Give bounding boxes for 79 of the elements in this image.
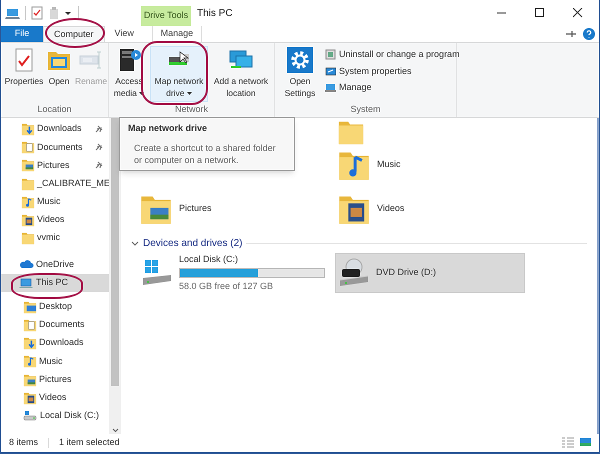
computer-icon (5, 6, 20, 20)
dvd-drive-icon (338, 258, 370, 288)
tooltip-title: Map network drive (128, 122, 208, 135)
videos-folder-icon (23, 390, 37, 405)
properties-icon (31, 6, 43, 20)
sidebar-item[interactable]: Pictures (1, 370, 109, 389)
dropdown-icon (139, 92, 144, 96)
computer-icon (19, 276, 34, 290)
ribbon-button[interactable]: Uninstall or change a program (325, 48, 460, 62)
pictures-folder-icon (21, 158, 35, 172)
ribbon-tab[interactable]: Manage (152, 26, 202, 42)
sidebar-item[interactable]: Downloads (1, 334, 109, 352)
sidebar-item[interactable]: Desktop (1, 298, 109, 316)
sidebar-item[interactable]: Documents (1, 316, 109, 334)
dropdown-icon (186, 92, 192, 96)
settings-icon (287, 47, 313, 73)
computer-icon (325, 82, 336, 94)
music-folder-icon (23, 354, 37, 368)
download-folder-icon (21, 122, 35, 136)
group-label: Location (36, 103, 73, 116)
folder-icon (21, 231, 35, 246)
folder-item[interactable]: Music (337, 143, 587, 187)
sidebar-item[interactable]: Videos (1, 388, 109, 407)
sidebar-item[interactable]: Videos (1, 210, 109, 230)
sidebar-item[interactable]: vvmic (1, 229, 109, 248)
pictures-folder-icon (23, 372, 37, 387)
download-folder-icon (23, 336, 37, 350)
folder-item[interactable]: Videos (337, 187, 587, 231)
status-text: 8 items (9, 436, 38, 450)
ribbon-button[interactable]: Map network drive (150, 46, 208, 102)
ribbon-button[interactable]: Open (45, 46, 73, 102)
sidebar-item[interactable]: This PC (1, 274, 109, 292)
thumbnail-view-icon (580, 436, 591, 448)
close-icon (573, 8, 583, 18)
ribbon-button[interactable]: Manage (325, 81, 460, 94)
ribbon-button[interactable]: Add a network location (212, 46, 270, 102)
system-icon (325, 66, 336, 77)
chevron-icon (131, 240, 139, 246)
sidebar-item[interactable]: Music (1, 192, 109, 211)
maximize-icon (535, 8, 545, 18)
sidebar-item[interactable]: Pictures (1, 156, 109, 175)
hard-drive-icon (141, 258, 173, 288)
window-title: This PC (197, 6, 233, 20)
videos-folder-icon (21, 213, 35, 228)
sidebar-item[interactable]: OneDrive (1, 255, 109, 274)
ribbon-tab[interactable]: View (104, 26, 144, 42)
folder-item[interactable]: Pictures (139, 187, 337, 231)
details-view-icon (562, 436, 574, 448)
dropdown-icon (64, 10, 72, 16)
ribbon-tab[interactable]: Computer (43, 26, 105, 42)
group-label: System (349, 103, 382, 116)
scroll-down-icon[interactable] (112, 428, 118, 433)
documents-folder-icon (21, 140, 35, 154)
ribbon-button[interactable]: Properties (4, 46, 44, 102)
sidebar-item[interactable]: Music (1, 352, 109, 370)
ribbon-button[interactable]: Open Settings (278, 46, 322, 102)
sidebar-item[interactable]: _CALIBRATE_ME (1, 174, 109, 193)
documents-folder-icon (23, 318, 37, 332)
sidebar-item[interactable]: Documents (1, 138, 109, 156)
ribbon-button[interactable]: System properties (325, 64, 460, 78)
drive-item[interactable]: Local Disk (C:) 58.0 GB free of 127 GB (139, 253, 329, 293)
scrollbar-thumb[interactable] (111, 118, 119, 386)
sidebar-item[interactable]: Downloads (1, 120, 109, 138)
tooltip-text: Create a shortcut to a shared folder or computer on a network. (133, 142, 277, 166)
scrollbar[interactable] (109, 118, 121, 434)
desktop-folder-icon (23, 300, 37, 314)
help-icon (583, 28, 595, 40)
drive-item[interactable]: DVD Drive (D:) (335, 253, 525, 293)
ribbon-tab[interactable]: File (1, 26, 43, 42)
sidebar-item[interactable]: Local Disk (C:) (1, 406, 109, 425)
context-tab-header: Drive Tools (141, 6, 191, 26)
program-icon (325, 49, 336, 60)
group-label: Network (174, 103, 209, 116)
status-text: 1 item selected (59, 436, 120, 450)
highlight-circle (45, 18, 105, 48)
hard-drive-icon (23, 408, 38, 423)
section-header[interactable]: Devices and drives (2) (143, 236, 242, 250)
music-folder-icon (21, 194, 35, 209)
folder-icon (21, 176, 35, 191)
